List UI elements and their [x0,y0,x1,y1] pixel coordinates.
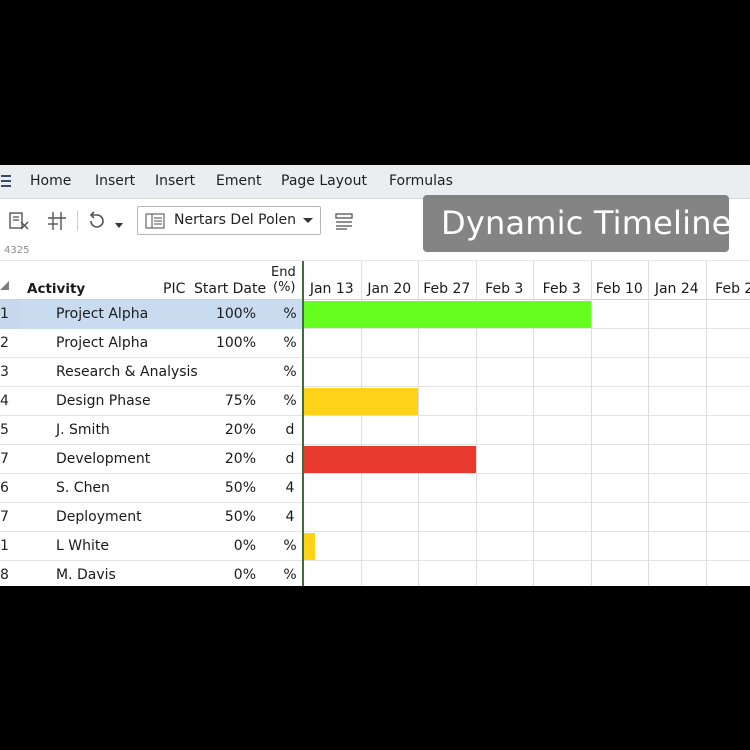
row-number[interactable]: 8 [0,567,9,583]
timeline-gridline [705,261,707,586]
dynamic-timeline-title: Dynamic Timeline [423,195,732,252]
end-cell[interactable]: % [280,538,300,554]
end-cell[interactable]: % [280,567,300,583]
activity-cell[interactable]: M. Davis [56,567,116,583]
start-date-cell[interactable]: 0% [196,567,256,583]
row-number[interactable]: 6 [0,480,9,496]
end-cell[interactable]: 4 [280,509,300,525]
end-cell[interactable]: % [280,364,300,380]
date-header[interactable]: Feb 3 [533,281,591,297]
select-all-corner[interactable] [0,281,9,290]
insert-columns-icon[interactable] [46,210,68,232]
end-cell[interactable]: d [280,451,300,467]
end-cell[interactable]: % [280,393,300,409]
row-number[interactable]: 7 [0,509,9,525]
table-row[interactable]: 3 Research & Analysis% [0,358,750,387]
font-dropdown[interactable]: Nertars Del Polen [137,206,321,235]
format-icon[interactable] [333,210,355,232]
table-row[interactable]: 2 Project Alpha 100%% [0,329,750,358]
activity-cell[interactable]: Project Alpha [56,306,148,322]
end-cell[interactable]: % [280,306,300,322]
list-icon [145,213,165,233]
menu-formulas[interactable]: Formulas [389,173,453,189]
timeline-gridline [590,261,592,586]
row-number[interactable]: 2 [0,335,9,351]
start-date-cell[interactable]: 0% [196,538,256,554]
table-row[interactable]: 6 S. Chen 50% 4 [0,474,750,503]
activity-cell[interactable]: Project Alpha [56,335,148,351]
start-date-header[interactable]: Start Date [194,281,266,297]
gantt-bar[interactable] [304,388,418,415]
activity-cell[interactable]: Deployment [56,509,142,525]
clear-format-icon[interactable] [8,210,30,232]
row-number[interactable]: 7 [0,451,9,467]
start-date-cell[interactable]: 100% [196,335,256,351]
table-row[interactable]: 7 Deployment 50% 4 [0,503,750,532]
menu-bar: Home Insert Insert Ement Page Layout For… [0,165,750,199]
cell-reference: 4325 [4,245,30,256]
toolbar-separator [77,211,78,231]
activity-cell[interactable]: L White [56,538,109,554]
date-header[interactable]: Feb 27 [418,281,476,297]
table-row[interactable]: 1 L White 0%% [0,532,750,561]
end-header-line2[interactable]: (%) [273,280,296,295]
menu-insert-2[interactable]: Insert [155,173,195,189]
font-dropdown-value: Nertars Del Polen [174,212,297,228]
gantt-bar[interactable] [304,446,476,473]
gantt-grid: Activity PIC Start Date End (%) Jan 13 Ja… [0,261,750,586]
start-date-cell[interactable]: 50% [196,509,256,525]
menu-home[interactable]: Home [30,173,71,189]
date-header[interactable]: Feb 3 [476,281,534,297]
activity-cell[interactable]: J. Smith [56,422,110,438]
date-header[interactable]: Feb 2 [706,281,750,297]
gantt-bar[interactable] [304,301,591,328]
end-cell[interactable]: 4 [280,480,300,496]
header-row: Activity PIC Start Date End (%) Jan 13 Ja… [0,261,750,300]
activity-cell[interactable]: Research & Analysis [56,364,198,380]
spreadsheet-window: Home Insert Insert Ement Page Layout For… [0,165,750,586]
start-date-cell[interactable]: 50% [196,480,256,496]
row-number[interactable]: 1 [0,538,9,554]
gantt-bar[interactable] [304,533,315,560]
timeline-gridline [648,261,649,586]
table-row[interactable]: 8 M. Davis 0%% [0,561,750,586]
row-number[interactable]: 1 [0,306,9,322]
pic-header[interactable]: PIC [163,281,185,297]
date-header[interactable]: Jan 20 [361,281,419,297]
row-number[interactable]: 5 [0,422,9,438]
date-header[interactable]: Jan 24 [648,281,706,297]
end-cell[interactable]: d [280,422,300,438]
row-number[interactable]: 3 [0,364,9,380]
start-date-cell[interactable]: 20% [196,451,256,467]
date-header[interactable]: Jan 13 [303,281,361,297]
undo-icon[interactable] [86,210,108,232]
end-cell[interactable]: % [280,335,300,351]
menu-insert[interactable]: Insert [95,173,135,189]
menu-ement[interactable]: Ement [216,173,261,189]
table-row[interactable]: 5 J. Smith 20% d [0,416,750,445]
chevron-down-icon [303,218,313,223]
row-number[interactable]: 4 [0,393,9,409]
activity-header[interactable]: Activity [27,281,85,297]
start-date-cell[interactable]: 100% [196,306,256,322]
start-date-cell[interactable]: 20% [196,422,256,438]
undo-dropdown-icon[interactable] [114,215,124,228]
app-menu-icon[interactable] [0,172,12,190]
date-header[interactable]: Feb 10 [591,281,649,297]
start-date-cell[interactable]: 75% [196,393,256,409]
menu-page-layout[interactable]: Page Layout [281,173,367,189]
overlay-title-text: Dynamic Timeline [441,204,732,242]
activity-cell[interactable]: Development [56,451,150,467]
activity-cell[interactable]: Design Phase [56,393,151,409]
activity-cell[interactable]: S. Chen [56,480,110,496]
end-header-line1[interactable]: End [271,265,296,280]
